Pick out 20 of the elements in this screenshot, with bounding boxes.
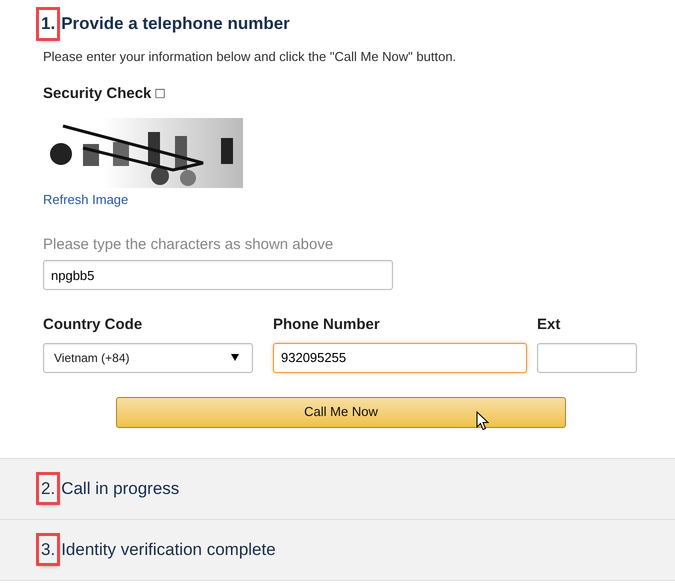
step-number: 2. (39, 474, 58, 502)
captcha-input[interactable]: npgbb5 (43, 260, 393, 290)
refresh-image-link[interactable]: Refresh Image (43, 192, 128, 206)
call-me-now-button[interactable]: Call Me Now (116, 396, 566, 428)
country-select[interactable]: Vietnam (+84) (43, 342, 253, 372)
mouse-cursor-icon (476, 410, 489, 430)
dropdown-caret-icon (231, 354, 239, 361)
text-input[interactable] (537, 342, 637, 372)
field-label: Country Code (43, 315, 144, 335)
step-number: 1. (39, 10, 58, 38)
step-title[interactable]: Identity verification complete (61, 536, 276, 562)
step-number: 3. (39, 536, 58, 564)
field-label: Phone Number (273, 315, 381, 335)
text-input[interactable]: 932095255 (273, 342, 527, 372)
captcha-prompt: Please type the characters as shown above (43, 234, 334, 254)
instruction-text: Please enter your information below and click the "Call Me Now" button. (43, 48, 458, 66)
step-title[interactable]: Call in progress (61, 476, 180, 502)
security-check-label: Security Check □ (43, 84, 166, 104)
step-title: Provide a telephone number (61, 13, 290, 35)
field-label: Ext (537, 315, 562, 335)
